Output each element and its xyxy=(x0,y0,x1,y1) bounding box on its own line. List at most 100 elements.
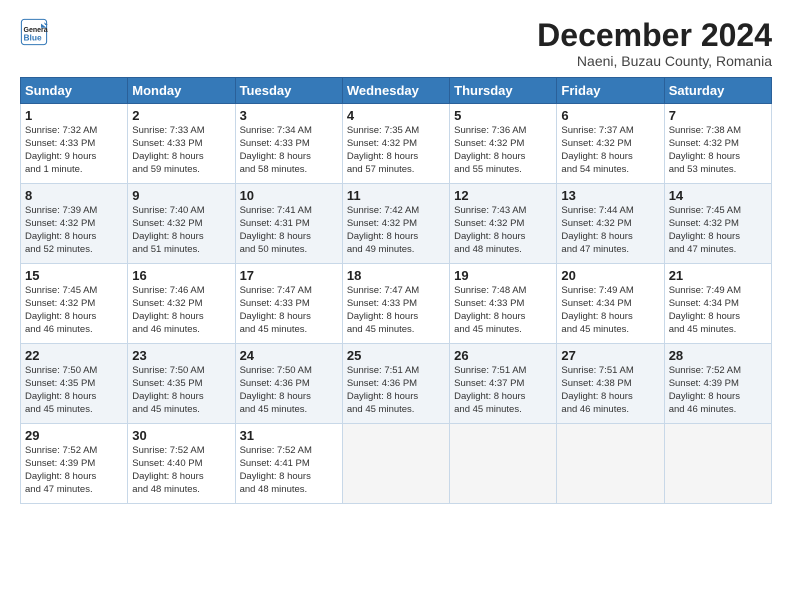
day-info: Sunrise: 7:44 AM Sunset: 4:32 PM Dayligh… xyxy=(561,205,659,256)
day-info: Sunrise: 7:52 AM Sunset: 4:39 PM Dayligh… xyxy=(669,365,767,416)
day-cell: 18 Sunrise: 7:47 AM Sunset: 4:33 PM Dayli… xyxy=(342,264,449,344)
day-number: 29 xyxy=(25,428,123,443)
header-cell-wednesday: Wednesday xyxy=(342,78,449,104)
day-number: 9 xyxy=(132,188,230,203)
title-block: December 2024 Naeni, Buzau County, Roman… xyxy=(537,18,772,69)
day-cell: 28 Sunrise: 7:52 AM Sunset: 4:39 PM Dayli… xyxy=(664,344,771,424)
day-cell: 7 Sunrise: 7:38 AM Sunset: 4:32 PM Daylig… xyxy=(664,104,771,184)
day-number: 14 xyxy=(669,188,767,203)
day-number: 30 xyxy=(132,428,230,443)
day-cell: 9 Sunrise: 7:40 AM Sunset: 4:32 PM Daylig… xyxy=(128,184,235,264)
day-cell xyxy=(664,424,771,504)
header-cell-monday: Monday xyxy=(128,78,235,104)
day-cell: 21 Sunrise: 7:49 AM Sunset: 4:34 PM Dayli… xyxy=(664,264,771,344)
day-cell: 5 Sunrise: 7:36 AM Sunset: 4:32 PM Daylig… xyxy=(450,104,557,184)
day-number: 16 xyxy=(132,268,230,283)
day-cell: 14Sunrise: 7:45 AM Sunset: 4:32 PM Dayli… xyxy=(664,184,771,264)
header-cell-thursday: Thursday xyxy=(450,78,557,104)
day-info: Sunrise: 7:51 AM Sunset: 4:36 PM Dayligh… xyxy=(347,365,445,416)
day-cell: 27 Sunrise: 7:51 AM Sunset: 4:38 PM Dayli… xyxy=(557,344,664,424)
day-info: Sunrise: 7:35 AM Sunset: 4:32 PM Dayligh… xyxy=(347,125,445,176)
day-number: 8 xyxy=(25,188,123,203)
day-number: 23 xyxy=(132,348,230,363)
day-number: 22 xyxy=(25,348,123,363)
day-cell: 29 Sunrise: 7:52 AM Sunset: 4:39 PM Dayli… xyxy=(21,424,128,504)
day-info: Sunrise: 7:46 AM Sunset: 4:32 PM Dayligh… xyxy=(132,285,230,336)
day-info: Sunrise: 7:32 AM Sunset: 4:33 PM Dayligh… xyxy=(25,125,123,176)
day-info: Sunrise: 7:47 AM Sunset: 4:33 PM Dayligh… xyxy=(347,285,445,336)
day-info: Sunrise: 7:40 AM Sunset: 4:32 PM Dayligh… xyxy=(132,205,230,256)
day-number: 25 xyxy=(347,348,445,363)
day-cell: 11Sunrise: 7:42 AM Sunset: 4:32 PM Dayli… xyxy=(342,184,449,264)
day-info: Sunrise: 7:49 AM Sunset: 4:34 PM Dayligh… xyxy=(669,285,767,336)
day-info: Sunrise: 7:52 AM Sunset: 4:41 PM Dayligh… xyxy=(240,445,338,496)
day-number: 7 xyxy=(669,108,767,123)
day-info: Sunrise: 7:50 AM Sunset: 4:35 PM Dayligh… xyxy=(25,365,123,416)
logo-icon: General Blue xyxy=(20,18,48,46)
day-number: 1 xyxy=(25,108,123,123)
day-info: Sunrise: 7:52 AM Sunset: 4:40 PM Dayligh… xyxy=(132,445,230,496)
day-info: Sunrise: 7:48 AM Sunset: 4:33 PM Dayligh… xyxy=(454,285,552,336)
day-cell: 30 Sunrise: 7:52 AM Sunset: 4:40 PM Dayli… xyxy=(128,424,235,504)
day-cell xyxy=(342,424,449,504)
location: Naeni, Buzau County, Romania xyxy=(537,53,772,69)
day-cell: 31 Sunrise: 7:52 AM Sunset: 4:41 PM Dayli… xyxy=(235,424,342,504)
day-info: Sunrise: 7:45 AM Sunset: 4:32 PM Dayligh… xyxy=(25,285,123,336)
day-number: 6 xyxy=(561,108,659,123)
day-info: Sunrise: 7:49 AM Sunset: 4:34 PM Dayligh… xyxy=(561,285,659,336)
day-cell: 24 Sunrise: 7:50 AM Sunset: 4:36 PM Dayli… xyxy=(235,344,342,424)
day-cell: 22 Sunrise: 7:50 AM Sunset: 4:35 PM Dayli… xyxy=(21,344,128,424)
day-cell xyxy=(557,424,664,504)
calendar-page: General Blue December 2024 Naeni, Buzau … xyxy=(0,0,792,612)
day-cell: 25 Sunrise: 7:51 AM Sunset: 4:36 PM Dayli… xyxy=(342,344,449,424)
day-cell: 17Sunrise: 7:47 AM Sunset: 4:33 PM Dayli… xyxy=(235,264,342,344)
day-number: 17 xyxy=(240,268,338,283)
day-number: 10 xyxy=(240,188,338,203)
calendar-body: 1 Sunrise: 7:32 AM Sunset: 4:33 PM Daylig… xyxy=(21,104,772,504)
week-row-1: 1 Sunrise: 7:32 AM Sunset: 4:33 PM Daylig… xyxy=(21,104,772,184)
day-number: 21 xyxy=(669,268,767,283)
day-number: 18 xyxy=(347,268,445,283)
day-cell: 13 Sunrise: 7:44 AM Sunset: 4:32 PM Dayli… xyxy=(557,184,664,264)
day-cell: 3Sunrise: 7:34 AM Sunset: 4:33 PM Daylig… xyxy=(235,104,342,184)
day-cell: 23 Sunrise: 7:50 AM Sunset: 4:35 PM Dayli… xyxy=(128,344,235,424)
day-info: Sunrise: 7:41 AM Sunset: 4:31 PM Dayligh… xyxy=(240,205,338,256)
day-number: 31 xyxy=(240,428,338,443)
day-number: 12 xyxy=(454,188,552,203)
day-cell: 10 Sunrise: 7:41 AM Sunset: 4:31 PM Dayli… xyxy=(235,184,342,264)
week-row-3: 15Sunrise: 7:45 AM Sunset: 4:32 PM Dayli… xyxy=(21,264,772,344)
day-info: Sunrise: 7:38 AM Sunset: 4:32 PM Dayligh… xyxy=(669,125,767,176)
day-number: 28 xyxy=(669,348,767,363)
day-number: 13 xyxy=(561,188,659,203)
day-cell: 6Sunrise: 7:37 AM Sunset: 4:32 PM Daylig… xyxy=(557,104,664,184)
day-number: 24 xyxy=(240,348,338,363)
day-number: 26 xyxy=(454,348,552,363)
day-info: Sunrise: 7:52 AM Sunset: 4:39 PM Dayligh… xyxy=(25,445,123,496)
day-cell: 19 Sunrise: 7:48 AM Sunset: 4:33 PM Dayli… xyxy=(450,264,557,344)
day-info: Sunrise: 7:50 AM Sunset: 4:36 PM Dayligh… xyxy=(240,365,338,416)
day-cell xyxy=(450,424,557,504)
day-number: 4 xyxy=(347,108,445,123)
day-cell: 2Sunrise: 7:33 AM Sunset: 4:33 PM Daylig… xyxy=(128,104,235,184)
day-info: Sunrise: 7:42 AM Sunset: 4:32 PM Dayligh… xyxy=(347,205,445,256)
header-cell-tuesday: Tuesday xyxy=(235,78,342,104)
day-cell: 20 Sunrise: 7:49 AM Sunset: 4:34 PM Dayli… xyxy=(557,264,664,344)
day-info: Sunrise: 7:51 AM Sunset: 4:38 PM Dayligh… xyxy=(561,365,659,416)
month-title: December 2024 xyxy=(537,18,772,53)
header-cell-friday: Friday xyxy=(557,78,664,104)
day-cell: 12 Sunrise: 7:43 AM Sunset: 4:32 PM Dayli… xyxy=(450,184,557,264)
calendar-header: SundayMondayTuesdayWednesdayThursdayFrid… xyxy=(21,78,772,104)
day-info: Sunrise: 7:36 AM Sunset: 4:32 PM Dayligh… xyxy=(454,125,552,176)
day-cell: 15Sunrise: 7:45 AM Sunset: 4:32 PM Dayli… xyxy=(21,264,128,344)
day-cell: 1 Sunrise: 7:32 AM Sunset: 4:33 PM Daylig… xyxy=(21,104,128,184)
day-number: 5 xyxy=(454,108,552,123)
header-row: SundayMondayTuesdayWednesdayThursdayFrid… xyxy=(21,78,772,104)
day-info: Sunrise: 7:50 AM Sunset: 4:35 PM Dayligh… xyxy=(132,365,230,416)
svg-text:Blue: Blue xyxy=(24,32,42,42)
day-info: Sunrise: 7:43 AM Sunset: 4:32 PM Dayligh… xyxy=(454,205,552,256)
week-row-5: 29 Sunrise: 7:52 AM Sunset: 4:39 PM Dayli… xyxy=(21,424,772,504)
day-cell: 16 Sunrise: 7:46 AM Sunset: 4:32 PM Dayli… xyxy=(128,264,235,344)
day-number: 19 xyxy=(454,268,552,283)
day-number: 20 xyxy=(561,268,659,283)
day-number: 27 xyxy=(561,348,659,363)
